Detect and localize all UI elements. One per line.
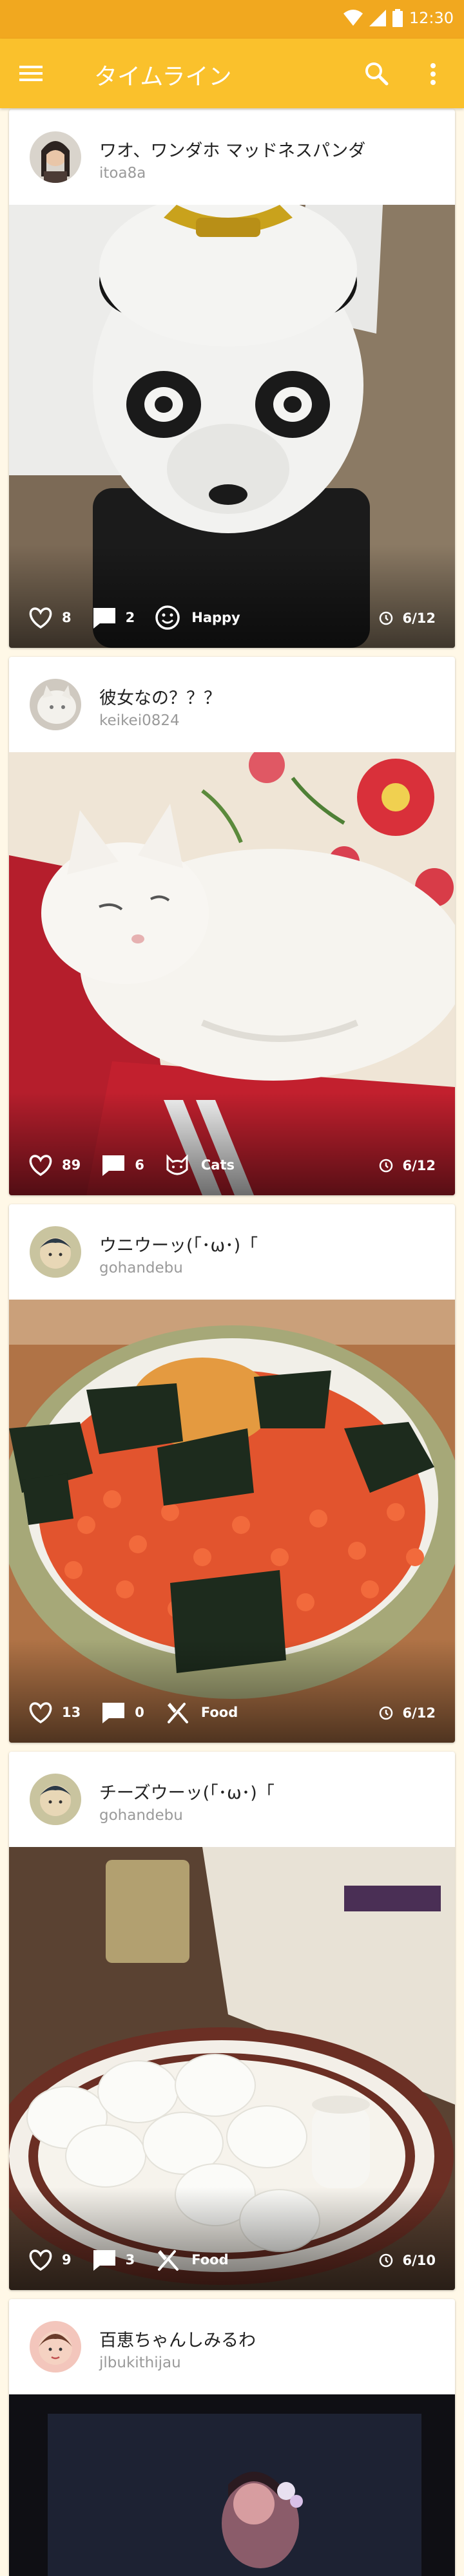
clock-icon xyxy=(380,611,393,625)
post-photo[interactable] xyxy=(9,2394,455,2576)
category-label: Food xyxy=(200,1705,238,1720)
post-card[interactable]: 彼女なの？？？ keikei0824 89 6 Cats 6/12 xyxy=(9,657,455,1195)
signal-icon xyxy=(369,10,386,26)
smiley-icon xyxy=(155,605,180,630)
post-header[interactable]: ウニウーッ(「･ω･)「 gohandebu xyxy=(9,1204,455,1300)
post-author-name: ワオ、ワンダホ マッドネスパンダ xyxy=(99,141,366,161)
post-date: 6/12 xyxy=(379,1705,436,1721)
post-author-handle: jlbukithijau xyxy=(99,2354,181,2371)
post-card[interactable]: 百恵ちゃんしみるわ jlbukithijau xyxy=(9,2299,455,2576)
post-stats: 13 0 Food xyxy=(26,1696,238,1728)
comment-icon[interactable] xyxy=(99,1150,128,1180)
post-header[interactable]: 彼女なの？？？ keikei0824 xyxy=(9,657,455,752)
like-count: 9 xyxy=(62,2252,72,2268)
post-photo[interactable]: 89 6 Cats 6/12 xyxy=(9,752,455,1195)
avatar[interactable] xyxy=(30,1226,81,1278)
cat-icon xyxy=(166,1154,188,1175)
date-text: 6/10 xyxy=(402,2253,436,2268)
post-header[interactable]: ワオ、ワンダホ マッドネスパンダ itoa8a xyxy=(9,109,455,205)
utensils-icon xyxy=(158,2250,179,2271)
page-title: タイムライン xyxy=(94,64,232,90)
avatar[interactable] xyxy=(30,131,81,183)
post-author-handle: keikei0824 xyxy=(99,712,180,729)
date-text: 6/12 xyxy=(402,1705,436,1721)
more-vert-icon[interactable] xyxy=(420,58,446,90)
like-count: 13 xyxy=(62,1705,81,1720)
date-text: 6/12 xyxy=(402,611,436,626)
comment-count: 6 xyxy=(135,1157,144,1173)
avatar[interactable] xyxy=(30,1774,81,1825)
category-label: Food xyxy=(191,2252,229,2268)
post-stats: 8 2 Happy xyxy=(26,601,240,634)
category-label: Cats xyxy=(200,1157,235,1173)
comment-count: 2 xyxy=(125,610,135,625)
utensils-icon xyxy=(167,1703,188,1723)
post-card[interactable]: ワオ、ワンダホ マッドネスパンダ itoa8a 8 2 Happy 6/12 xyxy=(9,109,455,648)
avatar[interactable] xyxy=(30,2321,81,2372)
heart-icon[interactable] xyxy=(26,1150,55,1180)
date-text: 6/12 xyxy=(402,1158,436,1173)
post-header[interactable]: チーズウーッ(「･ω･)「 gohandebu xyxy=(9,1752,455,1847)
post-author-name: チーズウーッ(「･ω･)「 xyxy=(99,1783,275,1803)
menu-icon[interactable] xyxy=(19,63,43,84)
comment-count: 3 xyxy=(125,2252,135,2268)
post-stats: 9 3 Food xyxy=(26,2244,229,2276)
comment-count: 0 xyxy=(135,1705,144,1720)
clock-icon xyxy=(380,1159,393,1173)
post-author-handle: gohandebu xyxy=(99,1260,183,1276)
heart-icon[interactable] xyxy=(26,2245,55,2275)
post-author-name: ウニウーッ(「･ω･)「 xyxy=(99,1236,258,1256)
comment-icon[interactable] xyxy=(90,603,119,632)
status-bar: 12:30 xyxy=(0,0,464,39)
avatar[interactable] xyxy=(30,679,81,730)
heart-icon[interactable] xyxy=(26,603,55,632)
post-card[interactable]: ウニウーッ(「･ω･)「 gohandebu 13 0 Food 6/12 xyxy=(9,1204,455,1743)
post-photo[interactable]: 9 3 Food 6/10 xyxy=(9,1847,455,2290)
category-label: Happy xyxy=(191,610,240,625)
like-count: 89 xyxy=(62,1157,81,1173)
post-author-handle: itoa8a xyxy=(99,165,146,182)
post-card[interactable]: チーズウーッ(「･ω･)「 gohandebu 9 3 Food 6/10 xyxy=(9,1752,455,2290)
clock-icon xyxy=(380,1706,393,1720)
comment-icon[interactable] xyxy=(99,1698,128,1727)
post-photo[interactable]: 8 2 Happy 6/12 xyxy=(9,205,455,648)
wifi-icon xyxy=(343,10,363,26)
post-author-handle: gohandebu xyxy=(99,1807,183,1824)
post-stats: 89 6 Cats xyxy=(26,1149,235,1181)
battery-icon xyxy=(392,9,403,27)
clock: 12:30 xyxy=(409,9,454,27)
app-bar: タイムライン xyxy=(0,39,464,108)
post-header[interactable]: 百恵ちゃんしみるわ jlbukithijau xyxy=(9,2299,455,2394)
post-date: 6/12 xyxy=(379,611,436,626)
clock-icon xyxy=(380,2253,393,2268)
post-photo[interactable]: 13 0 Food 6/12 xyxy=(9,1300,455,1743)
post-author-name: 彼女なの？？？ xyxy=(99,688,221,708)
post-author-name: 百恵ちゃんしみるわ xyxy=(99,2331,256,2351)
search-icon[interactable] xyxy=(361,58,393,90)
post-date: 6/12 xyxy=(379,1158,436,1173)
heart-icon[interactable] xyxy=(26,1698,55,1727)
post-date: 6/10 xyxy=(379,2253,436,2268)
comment-icon[interactable] xyxy=(90,2245,119,2275)
like-count: 8 xyxy=(62,610,72,625)
